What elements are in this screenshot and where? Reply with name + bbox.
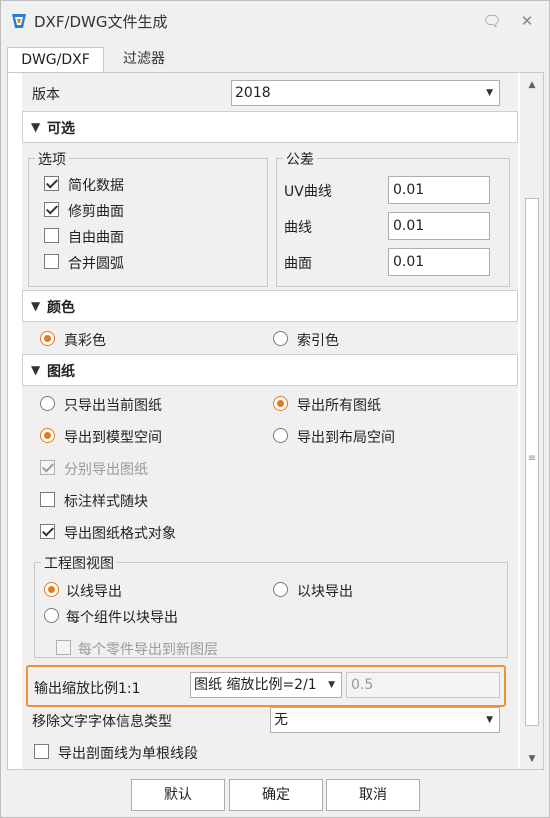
app-logo-icon bbox=[12, 14, 26, 28]
merge-arcs-label: 合并圆弧 bbox=[68, 256, 124, 272]
export-as-blocks-radio[interactable] bbox=[273, 582, 288, 597]
collapse-triangle-icon: ▼ bbox=[31, 363, 41, 377]
cancel-button[interactable]: 取消 bbox=[326, 779, 420, 811]
version-label: 版本 bbox=[32, 87, 60, 103]
scale-dropdown[interactable]: 图纸 缩放比例=2/1 ▼ bbox=[190, 672, 342, 698]
trim-surface-label: 修剪曲面 bbox=[68, 204, 124, 220]
export-layout-space-label: 导出到布局空间 bbox=[297, 430, 395, 446]
export-as-blocks-label: 以块导出 bbox=[297, 584, 353, 600]
surface-label: 曲面 bbox=[284, 256, 312, 272]
section-optional-title: 可选 bbox=[47, 121, 75, 137]
export-as-lines-radio[interactable] bbox=[44, 582, 59, 597]
output-scale-label: 输出缩放比例1:1 bbox=[34, 681, 141, 697]
export-as-lines-label: 以线导出 bbox=[66, 584, 122, 600]
collapse-triangle-icon: ▼ bbox=[31, 120, 41, 134]
section-drawing-title: 图纸 bbox=[47, 364, 75, 380]
export-sheet-format-label: 导出图纸格式对象 bbox=[64, 526, 176, 542]
export-all-sheets-label: 导出所有图纸 bbox=[297, 398, 381, 414]
export-layout-space-radio[interactable] bbox=[273, 428, 288, 443]
version-select[interactable]: 2018 ▼ bbox=[231, 80, 500, 106]
dim-style-with-block-label: 标注样式随块 bbox=[64, 494, 148, 510]
tolerance-group-title: 公差 bbox=[283, 149, 317, 169]
export-model-space-radio[interactable] bbox=[40, 428, 55, 443]
tab-bar: DWG/DXF 过滤器 bbox=[1, 41, 549, 73]
section-drawing-header[interactable]: ▼ 图纸 bbox=[22, 354, 518, 386]
help-icon[interactable]: 🗨 bbox=[480, 9, 504, 33]
tab-filter[interactable]: 过滤器 bbox=[109, 47, 179, 73]
merge-arcs-checkbox[interactable] bbox=[44, 254, 59, 269]
dim-style-with-block-checkbox[interactable] bbox=[40, 492, 55, 507]
export-sheets-separately-label: 分别导出图纸 bbox=[64, 462, 148, 478]
collapse-triangle-icon: ▼ bbox=[31, 299, 41, 313]
scroll-down-icon[interactable]: ▼ bbox=[526, 753, 538, 765]
export-current-sheet-label: 只导出当前图纸 bbox=[64, 398, 162, 414]
scrollbar-thumb[interactable]: ≡ bbox=[525, 198, 539, 726]
options-group-title: 选项 bbox=[35, 149, 69, 169]
part-to-new-layer-checkbox[interactable] bbox=[56, 640, 71, 655]
section-color-title: 颜色 bbox=[47, 300, 75, 316]
export-sheet-format-checkbox[interactable] bbox=[40, 524, 55, 539]
options-group: 选项 bbox=[28, 149, 268, 287]
curve-tolerance-input[interactable]: 0.01 bbox=[388, 212, 490, 240]
grip-icon: ≡ bbox=[527, 453, 537, 464]
tab-content-panel: 版本 2018 ▼ ▼ 可选 选项 简化数据 修剪曲面 自由曲面 合并圆弧 公差… bbox=[7, 72, 544, 770]
close-icon[interactable]: ✕ bbox=[515, 9, 539, 33]
chevron-down-icon: ▼ bbox=[328, 680, 335, 690]
free-surface-checkbox[interactable] bbox=[44, 228, 59, 243]
section-optional-header[interactable]: ▼ 可选 bbox=[22, 111, 518, 143]
section-lines-checkbox[interactable] bbox=[34, 744, 49, 759]
index-color-label: 索引色 bbox=[297, 333, 339, 349]
component-as-block-label: 每个组件以块导出 bbox=[66, 610, 178, 626]
chevron-down-icon: ▼ bbox=[486, 88, 493, 98]
tab-dwg-dxf[interactable]: DWG/DXF bbox=[7, 47, 104, 73]
index-color-radio[interactable] bbox=[273, 331, 288, 346]
scroll-up-icon[interactable]: ▲ bbox=[526, 79, 538, 91]
settings-scroll-area: 版本 2018 ▼ ▼ 可选 选项 简化数据 修剪曲面 自由曲面 合并圆弧 公差… bbox=[22, 73, 518, 769]
curve-label: 曲线 bbox=[284, 220, 312, 236]
dialog-window: DXF/DWG文件生成 🗨 ✕ DWG/DXF 过滤器 版本 2018 ▼ ▼ … bbox=[0, 0, 550, 818]
section-color-header[interactable]: ▼ 颜色 bbox=[22, 290, 518, 322]
ok-button[interactable]: 确定 bbox=[229, 779, 323, 811]
export-current-sheet-radio[interactable] bbox=[40, 396, 55, 411]
version-value: 2018 bbox=[235, 85, 271, 101]
component-as-block-radio[interactable] bbox=[44, 608, 59, 623]
simplify-data-checkbox[interactable] bbox=[44, 176, 59, 191]
simplify-data-label: 简化数据 bbox=[68, 178, 124, 194]
scale-dropdown-value: 图纸 缩放比例=2/1 bbox=[194, 677, 317, 693]
true-color-label: 真彩色 bbox=[64, 333, 106, 349]
part-to-new-layer-label: 每个零件导出到新图层 bbox=[78, 642, 218, 658]
free-surface-label: 自由曲面 bbox=[68, 230, 124, 246]
uv-curve-tolerance-input[interactable]: 0.01 bbox=[388, 176, 490, 204]
uv-curve-label: UV曲线 bbox=[284, 184, 332, 200]
export-model-space-label: 导出到模型空间 bbox=[64, 430, 162, 446]
title-bar: DXF/DWG文件生成 🗨 ✕ bbox=[1, 1, 549, 41]
default-button[interactable]: 默认 bbox=[131, 779, 225, 811]
true-color-radio[interactable] bbox=[40, 331, 55, 346]
vertical-scrollbar[interactable]: ▲ ≡ ▼ bbox=[520, 73, 543, 769]
export-all-sheets-radio[interactable] bbox=[273, 396, 288, 411]
remove-font-info-select[interactable]: 无 ▼ bbox=[270, 707, 500, 733]
section-lines-label: 导出剖面线为单根线段 bbox=[58, 746, 198, 762]
remove-font-info-value: 无 bbox=[274, 712, 288, 728]
export-sheets-separately-checkbox[interactable] bbox=[40, 460, 55, 475]
remove-font-info-label: 移除文字字体信息类型 bbox=[32, 714, 172, 730]
chevron-down-icon: ▼ bbox=[486, 715, 493, 725]
scale-value-input[interactable]: 0.5 bbox=[346, 672, 500, 698]
window-title: DXF/DWG文件生成 bbox=[34, 13, 168, 31]
drawing-view-group-title: 工程图视图 bbox=[41, 553, 117, 573]
surface-tolerance-input[interactable]: 0.01 bbox=[388, 248, 490, 276]
trim-surface-checkbox[interactable] bbox=[44, 202, 59, 217]
